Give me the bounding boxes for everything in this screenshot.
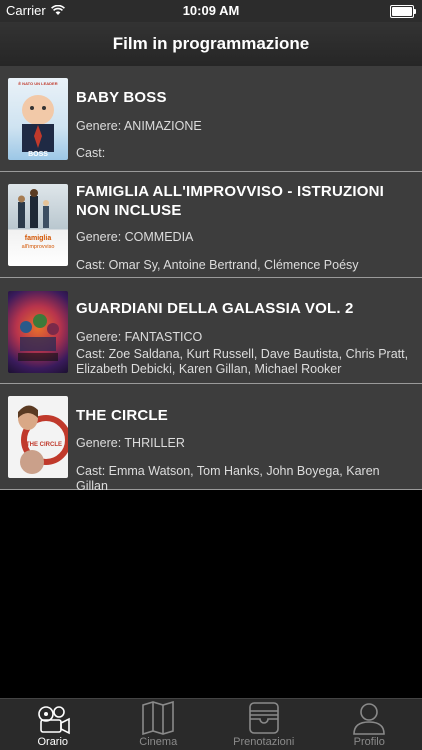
status-bar: Carrier 10:09 AM xyxy=(0,0,422,22)
svg-text:BOSS: BOSS xyxy=(28,151,48,158)
poster-art-famiglia: famiglia all'improvviso xyxy=(18,189,55,250)
movie-row[interactable]: THE CIRCLE THE CIRCLE Genere: THRILLER C… xyxy=(0,384,422,493)
status-time: 10:09 AM xyxy=(182,3,240,18)
page-title: Film in programmazione xyxy=(112,34,310,53)
tab-label-cinema: Cinema xyxy=(139,736,178,748)
svg-text:famiglia: famiglia xyxy=(25,235,52,242)
movie-genre: Genere: THRILLER xyxy=(76,436,185,450)
movie-poster: famiglia all'improvviso xyxy=(8,184,68,266)
svg-text:all'improvviso: all'improvviso xyxy=(22,244,55,250)
movie-genre: Genere: COMMEDIA xyxy=(76,230,194,244)
tab-label-profilo: Profilo xyxy=(353,736,385,748)
movie-info: FAMIGLIA ALL'IMPROVVISO - ISTRUZIONI NON… xyxy=(76,182,414,220)
tab-label-orario: Orario xyxy=(37,736,69,748)
movie-genre: Genere: ANIMAZIONE xyxy=(76,119,202,133)
movie-title: THE CIRCLE xyxy=(76,407,168,424)
battery-icon xyxy=(390,5,416,18)
tab-profilo[interactable]: Profilo xyxy=(317,699,422,750)
movie-genre: Genere: FANTASTICO xyxy=(76,330,203,344)
movie-poster: THE CIRCLE xyxy=(8,396,68,478)
movie-cast: Cast: xyxy=(76,146,106,160)
navigation-bar: Film in programmazione xyxy=(0,22,422,67)
movie-info: BABY BOSS xyxy=(76,88,414,107)
movie-info: GUARDIANI DELLA GALASSIA VOL. 2 xyxy=(76,299,414,318)
movie-row[interactable]: GUARDIANI DELLA GALASSIA VOL. 2 Genere: … xyxy=(0,278,422,384)
poster-art-guardiani xyxy=(18,314,59,361)
wallet-icon xyxy=(248,702,279,734)
movie-cast: Cast: Emma Watson, Tom Hanks, John Boyeg… xyxy=(76,464,380,493)
tab-bar: Orario Cinema Prenotazioni Profilo xyxy=(0,698,422,750)
movie-cast: Cast: Zoe Saldana, Kurt Russell, Dave Ba… xyxy=(76,347,409,376)
svg-text:THE CIRCLE: THE CIRCLE xyxy=(26,442,62,448)
movie-title: BABY BOSS xyxy=(76,89,167,106)
svg-text:È NATO UN LEADER: È NATO UN LEADER xyxy=(18,81,57,86)
tab-cinema[interactable]: Cinema xyxy=(106,699,212,750)
movie-list: È NATO UN LEADER BOSS BABY BOSS Genere: … xyxy=(0,66,422,493)
movie-row[interactable]: È NATO UN LEADER BOSS BABY BOSS Genere: … xyxy=(0,66,422,172)
movie-info: THE CIRCLE xyxy=(76,406,414,425)
map-icon xyxy=(142,701,175,735)
poster-art-the-circle: THE CIRCLE xyxy=(18,405,68,474)
movie-title: GUARDIANI DELLA GALASSIA VOL. 2 xyxy=(76,300,354,317)
movie-row[interactable]: famiglia all'improvviso FAMIGLIA ALL'IMP… xyxy=(0,172,422,278)
tab-prenotazioni[interactable]: Prenotazioni xyxy=(211,699,317,750)
movie-poster xyxy=(8,291,68,373)
movie-poster: È NATO UN LEADER BOSS xyxy=(8,78,68,160)
movie-cast: Cast: Omar Sy, Antoine Bertrand, Clémenc… xyxy=(76,258,359,272)
movie-title: FAMIGLIA ALL'IMPROVVISO - ISTRUZIONI NON… xyxy=(76,183,384,219)
tab-orario[interactable]: Orario xyxy=(0,699,106,750)
poster-art-baby-boss: È NATO UN LEADER BOSS xyxy=(18,81,57,158)
film-camera-icon xyxy=(37,706,70,735)
person-icon xyxy=(353,703,386,735)
tab-label-prenotazioni: Prenotazioni xyxy=(233,736,295,748)
